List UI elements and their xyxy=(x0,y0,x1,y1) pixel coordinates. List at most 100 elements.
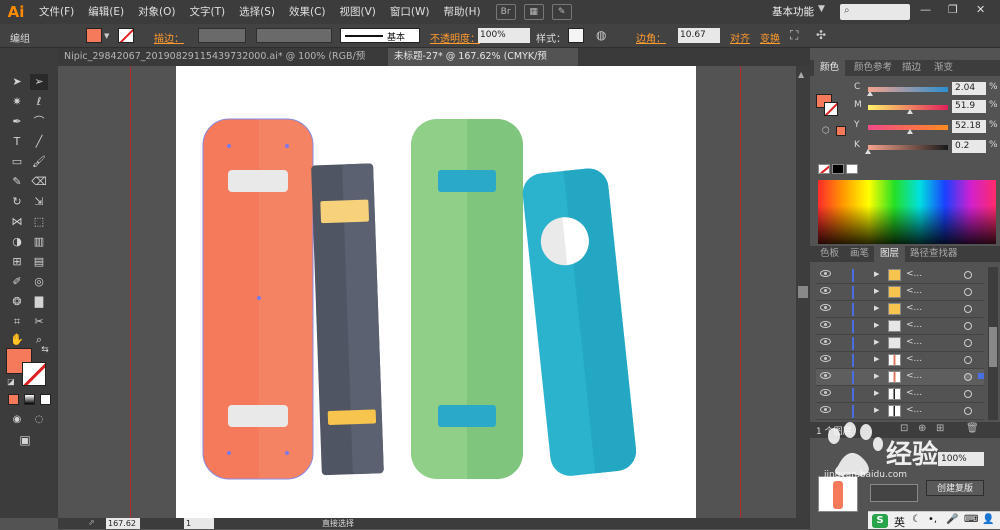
scroll-up-icon[interactable]: ▲ xyxy=(798,70,804,79)
tab-gradient[interactable]: 渐变 xyxy=(928,60,959,76)
layer-row[interactable]: ▶ <... xyxy=(816,403,984,420)
rotate-tool-icon[interactable]: ↻ xyxy=(8,194,26,210)
c-value[interactable]: 2.04 xyxy=(952,82,986,95)
default-colors-icon[interactable]: ◪ xyxy=(2,374,20,390)
symbol-sprayer-icon[interactable]: ❂ xyxy=(8,294,26,310)
mesh-tool-icon[interactable]: ⊞ xyxy=(8,254,26,270)
layer-row[interactable]: ▶ <... xyxy=(816,267,984,284)
corner-label[interactable]: 边角： xyxy=(636,30,666,45)
shape-builder-icon[interactable]: ◑ xyxy=(8,234,26,250)
expand-triangle-icon[interactable]: ▶ xyxy=(874,321,879,329)
moon-icon[interactable]: ☾ xyxy=(912,514,921,525)
curvature-tool-icon[interactable]: ⌒ xyxy=(30,114,48,130)
stroke-color-box[interactable] xyxy=(22,362,46,386)
gamut-swatch[interactable] xyxy=(836,126,846,136)
color-spectrum[interactable] xyxy=(818,180,996,244)
k-slider[interactable] xyxy=(868,145,948,150)
expand-triangle-icon[interactable]: ▶ xyxy=(874,406,879,414)
expand-triangle-icon[interactable]: ▶ xyxy=(874,304,879,312)
k-value[interactable]: 0.2 xyxy=(952,140,986,153)
menu-window[interactable]: 窗口(W) xyxy=(383,0,437,24)
zoom-field[interactable]: 167.62 xyxy=(106,518,140,529)
menu-view[interactable]: 视图(V) xyxy=(333,0,383,24)
blend-tool-icon[interactable]: ◎ xyxy=(30,274,48,290)
punctuation-icon[interactable]: •, xyxy=(928,514,937,525)
microphone-icon[interactable]: 🎤 xyxy=(946,514,958,525)
stroke-label[interactable]: 描边： xyxy=(154,30,184,45)
tab-layers[interactable]: 图层 xyxy=(874,246,906,262)
layer-row[interactable]: ▶ <... xyxy=(816,335,984,352)
target-icon[interactable] xyxy=(964,322,972,330)
menu-type[interactable]: 文字(T) xyxy=(183,0,233,24)
menu-help[interactable]: 帮助(H) xyxy=(437,0,488,24)
draw-behind-icon[interactable]: ◌ xyxy=(30,412,48,428)
chevron-down-icon[interactable]: ▼ xyxy=(104,32,109,40)
minimize-icon[interactable]: — xyxy=(920,3,931,16)
c-slider[interactable] xyxy=(868,87,948,92)
ime-mode-label[interactable]: 英 xyxy=(894,514,905,530)
menu-object[interactable]: 对象(O) xyxy=(131,0,182,24)
tab-pathfinder[interactable]: 路径查找器 xyxy=(904,246,964,262)
eye-icon[interactable] xyxy=(820,372,831,379)
eye-icon[interactable] xyxy=(820,389,831,396)
expand-triangle-icon[interactable]: ▶ xyxy=(874,338,879,346)
tab-stroke[interactable]: 描边 xyxy=(896,60,927,76)
color-mode-icon[interactable] xyxy=(8,394,19,405)
stroke-swatch[interactable] xyxy=(118,28,134,43)
brush-definition-dropdown[interactable]: 基本 xyxy=(340,28,420,43)
slider-thumb[interactable] xyxy=(906,109,913,114)
layer-row[interactable]: ▶ <... xyxy=(816,352,984,369)
gradient-mode-icon[interactable] xyxy=(24,394,35,405)
gradient-tool-icon[interactable]: ▤ xyxy=(30,254,48,270)
eye-icon[interactable] xyxy=(820,270,831,277)
eye-icon[interactable] xyxy=(820,406,831,413)
y-value[interactable]: 52.18 xyxy=(952,120,986,133)
eye-icon[interactable] xyxy=(820,321,831,328)
tab-doc-2[interactable]: 未标题-27* @ 167.62% (CMYK/预览)✕ xyxy=(388,48,578,80)
m-value[interactable]: 51.9 xyxy=(952,100,986,113)
draw-normal-icon[interactable]: ◉ xyxy=(8,412,26,428)
expand-triangle-icon[interactable]: ▶ xyxy=(874,372,879,380)
tab-swatches[interactable]: 色板 xyxy=(814,246,845,262)
out-of-gamut-icon[interactable]: ⬡ xyxy=(822,126,830,136)
graph-tool-icon[interactable]: ▇ xyxy=(30,294,48,310)
recolor-icon[interactable]: ◍ xyxy=(596,28,612,43)
layer-row[interactable]: ▶ <... xyxy=(816,386,984,403)
make-mask-button[interactable]: 创建复版 xyxy=(926,480,984,496)
tab-brushes[interactable]: 画笔 xyxy=(844,246,875,262)
target-icon[interactable] xyxy=(964,407,972,415)
sync-icon[interactable]: ✎ xyxy=(551,4,572,20)
slice-tool-icon[interactable]: ✂ xyxy=(30,314,48,330)
canvas-area[interactable] xyxy=(58,66,796,518)
screen-mode-icon[interactable]: ▣ xyxy=(16,432,34,448)
variable-width-dropdown[interactable] xyxy=(256,28,332,43)
restore-icon[interactable]: ❐ xyxy=(948,3,958,16)
user-icon[interactable]: 👤 xyxy=(982,514,994,525)
swap-colors-icon[interactable]: ⇆ xyxy=(36,342,54,358)
menu-select[interactable]: 选择(S) xyxy=(232,0,282,24)
align-label[interactable]: 对齐 xyxy=(730,30,750,45)
tab-color-guide[interactable]: 颜色参考 xyxy=(848,60,898,76)
mask-thumbnail[interactable] xyxy=(870,484,918,502)
layer-row-selected[interactable]: ▶ <... xyxy=(816,369,984,386)
selection-tool-icon[interactable]: ➤ xyxy=(8,74,26,90)
layers-scrollbar[interactable] xyxy=(988,267,998,420)
fill-swatch[interactable] xyxy=(86,28,102,43)
expand-triangle-icon[interactable]: ▶ xyxy=(874,355,879,363)
target-icon[interactable] xyxy=(964,390,972,398)
opacity-field[interactable]: 100% xyxy=(478,28,530,43)
slider-thumb[interactable] xyxy=(906,129,913,134)
eyedropper-icon[interactable]: ✐ xyxy=(8,274,26,290)
eye-icon[interactable] xyxy=(820,304,831,311)
target-icon[interactable] xyxy=(964,373,972,381)
white-swatch[interactable] xyxy=(846,164,858,174)
panel-stroke-swatch[interactable] xyxy=(824,102,838,116)
black-swatch[interactable] xyxy=(832,164,844,174)
vertical-scrollbar[interactable]: ▲ xyxy=(796,66,810,518)
transform-label[interactable]: 变换 xyxy=(760,30,780,45)
lasso-icon[interactable]: ℓ xyxy=(30,94,48,110)
isolate-icon[interactable]: ⛶ xyxy=(790,28,798,43)
target-icon[interactable] xyxy=(964,305,972,313)
menu-file[interactable]: 文件(F) xyxy=(32,0,81,24)
none-mode-icon[interactable] xyxy=(40,394,51,405)
